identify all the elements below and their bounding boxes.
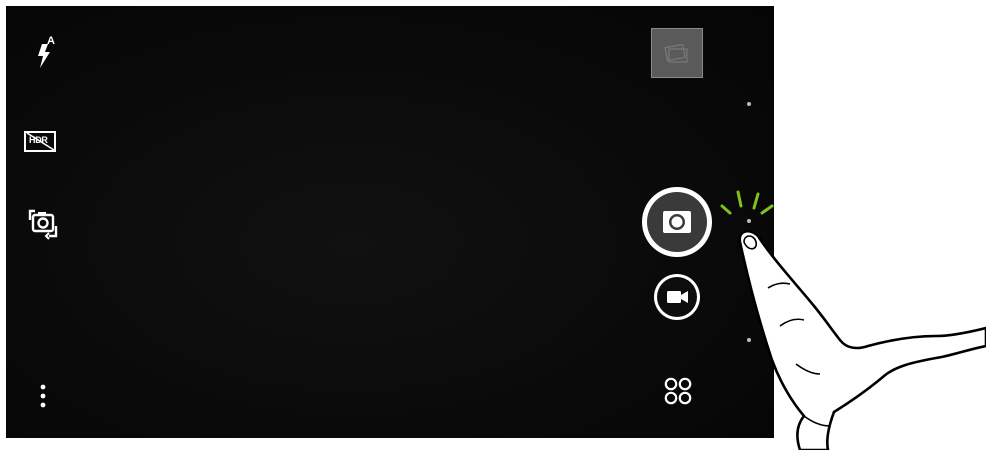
illustration: A HDR <box>0 0 986 450</box>
video-record-button[interactable] <box>654 274 700 320</box>
switch-camera-button[interactable] <box>27 206 61 242</box>
tap-highlight <box>720 190 774 215</box>
pointing-finger-icon <box>720 190 986 450</box>
page-indicator-dot <box>747 102 751 106</box>
hdr-label: HDR <box>29 135 48 145</box>
switch-camera-icon <box>28 209 58 240</box>
more-options-button[interactable] <box>39 383 47 411</box>
camera-viewfinder[interactable]: A HDR <box>6 6 774 438</box>
gallery-thumbnail-button[interactable] <box>651 28 703 78</box>
flash-auto-badge: A <box>47 35 55 47</box>
gallery-thumbnail-icon <box>664 43 688 63</box>
more-vertical-icon <box>40 384 46 408</box>
camera-modes-button[interactable] <box>663 376 693 406</box>
camera-modes-icon <box>664 377 692 405</box>
hdr-toggle-button[interactable]: HDR <box>23 129 59 155</box>
camera-shutter-icon <box>663 211 691 233</box>
video-record-icon <box>667 291 688 303</box>
flash-auto-button[interactable]: A <box>33 35 63 72</box>
